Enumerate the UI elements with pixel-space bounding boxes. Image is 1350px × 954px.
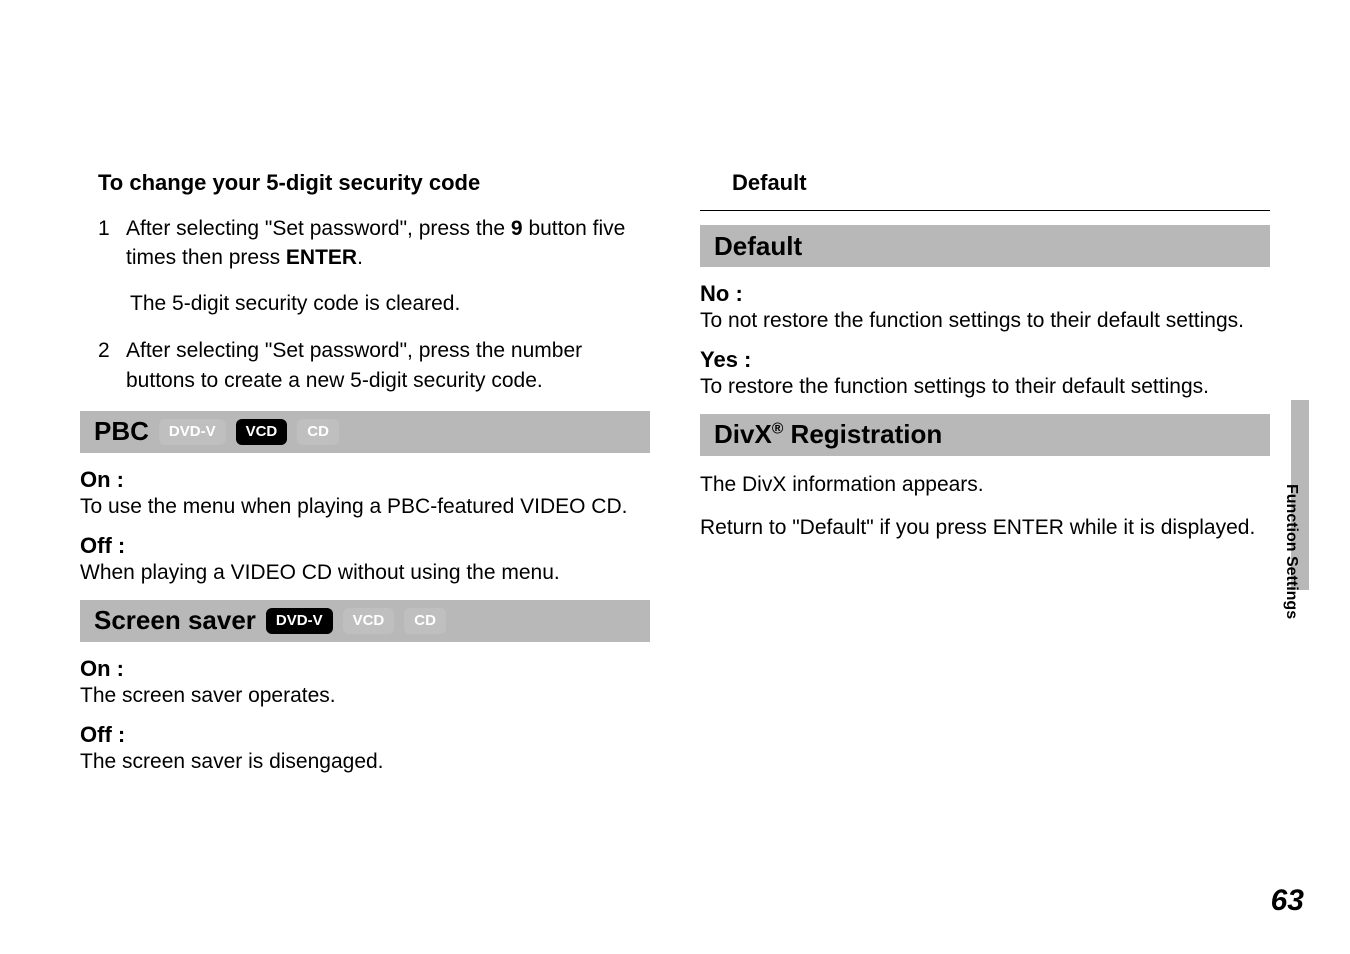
pbc-off-desc: When playing a VIDEO CD without using th… bbox=[80, 559, 650, 587]
left-column: To change your 5-digit security code 1 A… bbox=[80, 170, 650, 788]
step1-pre: After selecting "Set password", press th… bbox=[126, 217, 511, 240]
step-2-body: After selecting "Set password", press th… bbox=[126, 336, 650, 395]
default-top-label: Default bbox=[732, 170, 1270, 196]
default-no-desc: To not restore the function settings to … bbox=[700, 307, 1270, 335]
ss-off-desc: The screen saver is disengaged. bbox=[80, 748, 650, 776]
screensaver-section-bar: Screen saver DVD-V VCD CD bbox=[80, 600, 650, 642]
default-no-label: No : bbox=[700, 281, 1270, 307]
step-2-row: 2 After selecting "Set password", press … bbox=[98, 336, 650, 395]
page-number: 63 bbox=[1271, 884, 1304, 918]
step1-key: 9 bbox=[511, 217, 523, 240]
change-code-heading: To change your 5-digit security code bbox=[98, 170, 650, 196]
divx-line2: Return to "Default" if you press ENTER w… bbox=[700, 513, 1270, 542]
ss-on-label: On : bbox=[80, 656, 650, 682]
step1-enter: ENTER bbox=[286, 246, 357, 269]
default-yes-label: Yes : bbox=[700, 347, 1270, 373]
badge-vcd-ss: VCD bbox=[343, 608, 395, 634]
badge-dvdv: DVD-V bbox=[159, 419, 226, 445]
pbc-off-label: Off : bbox=[80, 533, 650, 559]
side-section-label: Function Settings bbox=[1282, 484, 1300, 619]
divx-title-post: Registration bbox=[783, 419, 942, 449]
badge-vcd: VCD bbox=[236, 419, 288, 445]
divx-section-bar: DivX® Registration bbox=[700, 414, 1270, 456]
two-columns: To change your 5-digit security code 1 A… bbox=[80, 170, 1270, 788]
step-1-row: 1 After selecting "Set password", press … bbox=[98, 214, 650, 273]
step1-period: . bbox=[357, 246, 363, 269]
right-column: Default Default No : To not restore the … bbox=[700, 170, 1270, 788]
pbc-on-desc: To use the menu when playing a PBC-featu… bbox=[80, 493, 650, 521]
pbc-section-bar: PBC DVD-V VCD CD bbox=[80, 411, 650, 453]
default-section-bar: Default bbox=[700, 225, 1270, 267]
screensaver-title: Screen saver bbox=[94, 605, 256, 636]
badge-dvdv-ss: DVD-V bbox=[266, 608, 333, 634]
default-yes-desc: To restore the function settings to thei… bbox=[700, 373, 1270, 401]
divx-title-pre: DivX bbox=[714, 419, 772, 449]
step-1-body: After selecting "Set password", press th… bbox=[126, 214, 650, 273]
pbc-title: PBC bbox=[94, 416, 149, 447]
divider-line bbox=[700, 210, 1270, 211]
ss-on-desc: The screen saver operates. bbox=[80, 682, 650, 710]
badge-cd: CD bbox=[297, 419, 339, 445]
step-number-2: 2 bbox=[98, 336, 112, 395]
divx-title: DivX® Registration bbox=[714, 419, 942, 450]
badge-cd-ss: CD bbox=[404, 608, 446, 634]
pbc-on-label: On : bbox=[80, 467, 650, 493]
default-title: Default bbox=[714, 231, 802, 262]
step1-result: The 5-digit security code is cleared. bbox=[130, 289, 650, 318]
divx-line1: The DivX information appears. bbox=[700, 470, 1270, 499]
manual-page: To change your 5-digit security code 1 A… bbox=[0, 0, 1350, 954]
ss-off-label: Off : bbox=[80, 722, 650, 748]
step-number-1: 1 bbox=[98, 214, 112, 273]
registered-mark: ® bbox=[772, 421, 784, 438]
